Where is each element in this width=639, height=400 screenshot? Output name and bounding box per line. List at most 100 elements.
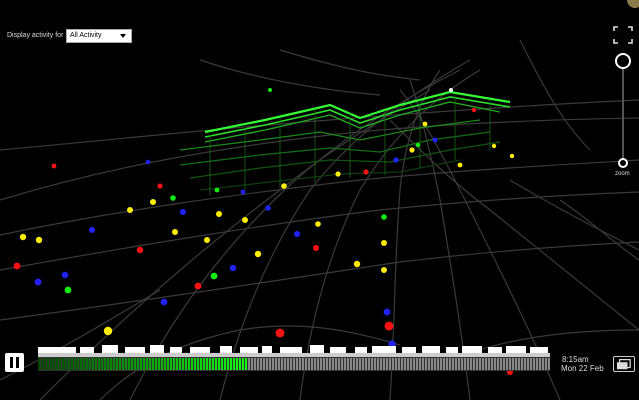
timeline-tick bbox=[527, 358, 529, 370]
timeline-tick bbox=[452, 358, 454, 370]
timeline-tick bbox=[353, 358, 355, 370]
timeline-tick bbox=[212, 358, 214, 370]
timeline-tick bbox=[89, 358, 91, 370]
timeline-tick bbox=[233, 358, 235, 370]
timeline-tick bbox=[299, 358, 301, 370]
timeline-tick bbox=[479, 358, 481, 370]
timeline-tick bbox=[104, 358, 106, 370]
timeline-tick bbox=[533, 358, 535, 370]
timeline-tick bbox=[410, 358, 412, 370]
timeline-tick bbox=[179, 358, 181, 370]
timeline-progress bbox=[38, 358, 550, 370]
timeline[interactable] bbox=[0, 348, 639, 378]
timeline-tick bbox=[275, 358, 277, 370]
timeline-tick bbox=[251, 358, 253, 370]
timeline-tick bbox=[131, 358, 133, 370]
timeline-tick bbox=[317, 358, 319, 370]
timeline-tick bbox=[431, 358, 433, 370]
timeline-tick bbox=[419, 358, 421, 370]
timeline-tick bbox=[110, 358, 112, 370]
timeline-tick bbox=[332, 358, 334, 370]
timeline-tick bbox=[467, 358, 469, 370]
timeline-tick bbox=[464, 358, 466, 370]
timeline-tick bbox=[41, 358, 43, 370]
timeline-tick bbox=[134, 358, 136, 370]
timeline-tick bbox=[446, 358, 448, 370]
timeline-tick bbox=[224, 358, 226, 370]
timeline-tick bbox=[422, 358, 424, 370]
timeline-tick bbox=[335, 358, 337, 370]
timeline-tick bbox=[437, 358, 439, 370]
timeline-tick bbox=[497, 358, 499, 370]
timeline-tick bbox=[65, 358, 67, 370]
timeline-tick bbox=[188, 358, 190, 370]
timeline-tick bbox=[260, 358, 262, 370]
timeline-tick bbox=[218, 358, 220, 370]
timeline-tick bbox=[113, 358, 115, 370]
timeline-tick bbox=[203, 358, 205, 370]
timeline-tick bbox=[386, 358, 388, 370]
timeline-tick bbox=[506, 358, 508, 370]
timeline-tick bbox=[398, 358, 400, 370]
timeline-tick bbox=[230, 358, 232, 370]
timeline-tick bbox=[59, 358, 61, 370]
timeline-tick bbox=[401, 358, 403, 370]
timeline-tick bbox=[50, 358, 52, 370]
timeline-tick bbox=[140, 358, 142, 370]
timeline-tick bbox=[53, 358, 55, 370]
timeline-tick bbox=[248, 358, 250, 370]
timeline-tick bbox=[98, 358, 100, 370]
timeline-tick bbox=[392, 358, 394, 370]
timeline-tick bbox=[137, 358, 139, 370]
timeline-tick bbox=[143, 358, 145, 370]
timeline-tick bbox=[236, 358, 238, 370]
timeline-tick bbox=[146, 358, 148, 370]
timeline-tick bbox=[359, 358, 361, 370]
timeline-tick bbox=[389, 358, 391, 370]
timeline-tick bbox=[548, 358, 550, 370]
timeline-tick bbox=[74, 358, 76, 370]
timeline-tick bbox=[503, 358, 505, 370]
fullscreen-icon[interactable] bbox=[612, 25, 634, 45]
timeline-tick bbox=[347, 358, 349, 370]
timeline-tick bbox=[380, 358, 382, 370]
timeline-tick bbox=[257, 358, 259, 370]
timeline-tick bbox=[305, 358, 307, 370]
timeline-tick bbox=[284, 358, 286, 370]
timeline-tick bbox=[293, 358, 295, 370]
timeline-tick bbox=[296, 358, 298, 370]
timeline-tick bbox=[443, 358, 445, 370]
timeline-tick bbox=[488, 358, 490, 370]
timeline-tick bbox=[371, 358, 373, 370]
timeline-tick bbox=[125, 358, 127, 370]
timeline-tick bbox=[329, 358, 331, 370]
timeline-tick bbox=[116, 358, 118, 370]
transit-map[interactable] bbox=[0, 0, 639, 400]
timeline-tick bbox=[254, 358, 256, 370]
timeline-tick bbox=[62, 358, 64, 370]
zoom-out-handle[interactable] bbox=[618, 158, 628, 168]
timeline-tick bbox=[374, 358, 376, 370]
timeline-tick bbox=[209, 358, 211, 370]
zoom-slider-track[interactable] bbox=[622, 63, 624, 163]
timeline-tick bbox=[350, 358, 352, 370]
timeline-tick bbox=[485, 358, 487, 370]
zoom-slider-handle[interactable] bbox=[615, 53, 631, 69]
activity-filter-select[interactable]: All Activity bbox=[66, 29, 132, 43]
timeline-tick bbox=[161, 358, 163, 370]
timeline-tick bbox=[290, 358, 292, 370]
filter-selected-value: All Activity bbox=[70, 32, 102, 39]
timeline-tick bbox=[170, 358, 172, 370]
timeline-tick bbox=[302, 358, 304, 370]
timeline-tick bbox=[176, 358, 178, 370]
pause-button[interactable] bbox=[5, 353, 24, 372]
timeline-tick bbox=[191, 358, 193, 370]
filter-label: Display activity for bbox=[7, 32, 64, 39]
timeline-tick bbox=[77, 358, 79, 370]
screen-icon[interactable] bbox=[613, 356, 635, 372]
timeline-tick bbox=[524, 358, 526, 370]
timeline-tick bbox=[362, 358, 364, 370]
timeline-tick bbox=[473, 358, 475, 370]
timeline-tick bbox=[44, 358, 46, 370]
timeline-tick bbox=[239, 358, 241, 370]
